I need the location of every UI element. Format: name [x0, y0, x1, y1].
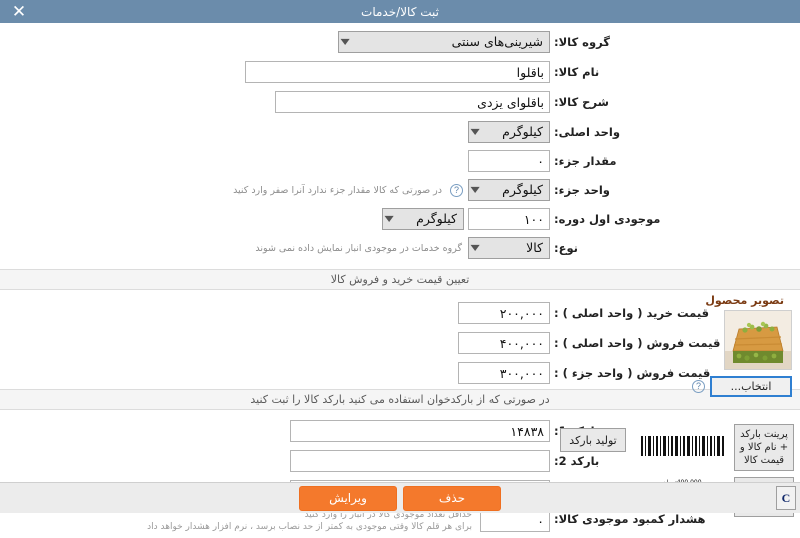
control-sub-quantity	[468, 150, 550, 172]
select-type[interactable]: کالا ▼	[468, 237, 550, 259]
section-header-barcode-label: در صورتی که از بارکدخوان استفاده می کنید…	[250, 393, 550, 406]
form-row-product-group: گروه کالا: شیرینی‌های سنتی ▼	[0, 29, 800, 55]
select-sub-unit[interactable]: کیلوگرم ▼	[468, 179, 550, 201]
input-opening-stock[interactable]	[468, 208, 550, 230]
control-product-desc	[275, 91, 550, 113]
form-row-sub-unit: واحد جزء: کیلوگرم ▼ ? در صورتی که کالا م…	[0, 177, 800, 203]
edit-button[interactable]: ویرایش	[299, 485, 397, 511]
label-product-name: نام کالا:	[554, 65, 600, 79]
label-sub-quantity: مقدار جزء:	[554, 154, 617, 168]
close-icon[interactable]: ✕	[6, 0, 32, 23]
form-row-product-desc: شرح کالا:	[0, 89, 800, 115]
pricing-block: تصویر محصول انتخاب... ? قیمت خرید (واحد…	[0, 290, 800, 397]
control-sell-price-sub	[458, 362, 550, 384]
form-row-type: نوع: کالا ▼ گروه خدمات در موجودی انبار ن…	[0, 235, 800, 261]
chevron-down-icon: ▼	[470, 127, 480, 136]
page-title: ثبت کالا/خدمات	[361, 4, 439, 19]
hint-type: گروه خدمات در موجودی انبار نمایش داده نم…	[255, 242, 462, 254]
window-titlebar: ثبت کالا/خدمات ✕	[0, 0, 800, 23]
product-image-actions: انتخاب... ?	[612, 376, 792, 397]
label-type: نوع:	[554, 241, 578, 255]
chevron-down-icon: ▼	[340, 37, 350, 46]
barcode-block: پرینت بارکد + نام کالا و قیمت کالا تولید…	[0, 418, 800, 533]
select-product-group[interactable]: شیرینی‌های سنتی ▼	[338, 31, 550, 53]
control-main-unit: کیلوگرم ▼	[468, 121, 550, 143]
generate-barcode-wrap: تولید بارکد	[560, 428, 626, 452]
control-product-name	[245, 61, 550, 83]
select-main-unit[interactable]: کیلوگرم ▼	[468, 121, 550, 143]
label-sub-unit: واحد جزء:	[554, 183, 610, 197]
form-row-sub-quantity: مقدار جزء:	[0, 148, 800, 174]
select-type-value: کالا	[526, 240, 543, 255]
choose-image-button[interactable]: انتخاب...	[710, 376, 792, 397]
question-mark-icon[interactable]: ?	[450, 183, 463, 197]
form-row-product-name: نام کالا:	[0, 59, 800, 85]
calculator-button[interactable]: C	[776, 486, 796, 510]
barcode-preview-1	[638, 434, 726, 461]
chevron-down-icon: ▼	[470, 243, 480, 252]
control-barcode-1	[290, 420, 550, 442]
control-opening-stock: کیلوگرم ▼	[382, 208, 550, 230]
form-row-main-unit: واحد اصلی: کیلوگرم ▼	[0, 119, 800, 145]
product-image-panel: تصویر محصول انتخاب... ?	[612, 294, 792, 397]
input-sell-price-sub[interactable]	[458, 362, 550, 384]
chevron-down-icon: ▼	[384, 214, 394, 223]
form-row-opening-stock: موجودی اول دوره: کیلوگرم ▼	[0, 206, 800, 232]
input-barcode-2[interactable]	[290, 450, 550, 472]
question-mark-icon[interactable]: ?	[692, 380, 705, 393]
select-sub-unit-value: کیلوگرم	[502, 182, 543, 197]
generate-barcode-button[interactable]: تولید بارکد	[560, 428, 626, 452]
print-barcode-name-price-button[interactable]: پرینت بارکد + نام کالا و قیمت کالا	[734, 424, 794, 471]
section-header-pricing: تعیین قیمت خرید و فروش کالا	[0, 269, 800, 290]
stock-alert-hint-line2: برای هر قلم کالا وقتی موجودی به کمتر از …	[147, 522, 472, 532]
footer-bar: حذف ویرایش C	[0, 482, 800, 513]
product-image-thumbnail	[724, 310, 792, 370]
select-product-group-value: شیرینی‌های سنتی	[451, 34, 543, 49]
product-form: گروه کالا: شیرینی‌های سنتی ▼ نام کالا: ش…	[0, 29, 800, 261]
section-header-pricing-label: تعیین قیمت خرید و فروش کالا	[330, 273, 470, 286]
label-opening-stock: موجودی اول دوره:	[554, 212, 661, 226]
control-type: کالا ▼ گروه خدمات در موجودی انبار نمایش …	[255, 237, 550, 259]
label-main-unit: واحد اصلی:	[554, 125, 621, 139]
input-product-desc[interactable]	[275, 91, 550, 113]
select-opening-stock-unit[interactable]: کیلوگرم ▼	[382, 208, 464, 230]
select-opening-stock-unit-value: کیلوگرم	[416, 211, 457, 226]
control-sell-price-main	[458, 332, 550, 354]
control-sub-unit: کیلوگرم ▼ ? در صورتی که کالا مقدار جزء ن…	[233, 179, 550, 201]
control-product-group: شیرینی‌های سنتی ▼	[338, 31, 550, 53]
hint-sub-unit: در صورتی که کالا مقدار جزء ندارد آنرا صف…	[233, 184, 442, 196]
control-buy-price-main	[458, 302, 550, 324]
input-stock-alert[interactable]	[480, 510, 550, 532]
input-sub-quantity[interactable]	[468, 150, 550, 172]
delete-button[interactable]: حذف	[403, 485, 501, 511]
input-barcode-1[interactable]	[290, 420, 550, 442]
control-barcode-2	[290, 450, 550, 472]
label-product-desc: شرح کالا:	[554, 95, 609, 109]
label-product-group: گروه کالا:	[554, 35, 610, 49]
chevron-down-icon: ▼	[470, 185, 480, 194]
input-buy-price-main[interactable]	[458, 302, 550, 324]
product-image-label: تصویر محصول	[705, 294, 784, 307]
input-sell-price-main[interactable]	[458, 332, 550, 354]
input-product-name[interactable]	[245, 61, 550, 83]
select-main-unit-value: کیلوگرم	[502, 124, 543, 139]
